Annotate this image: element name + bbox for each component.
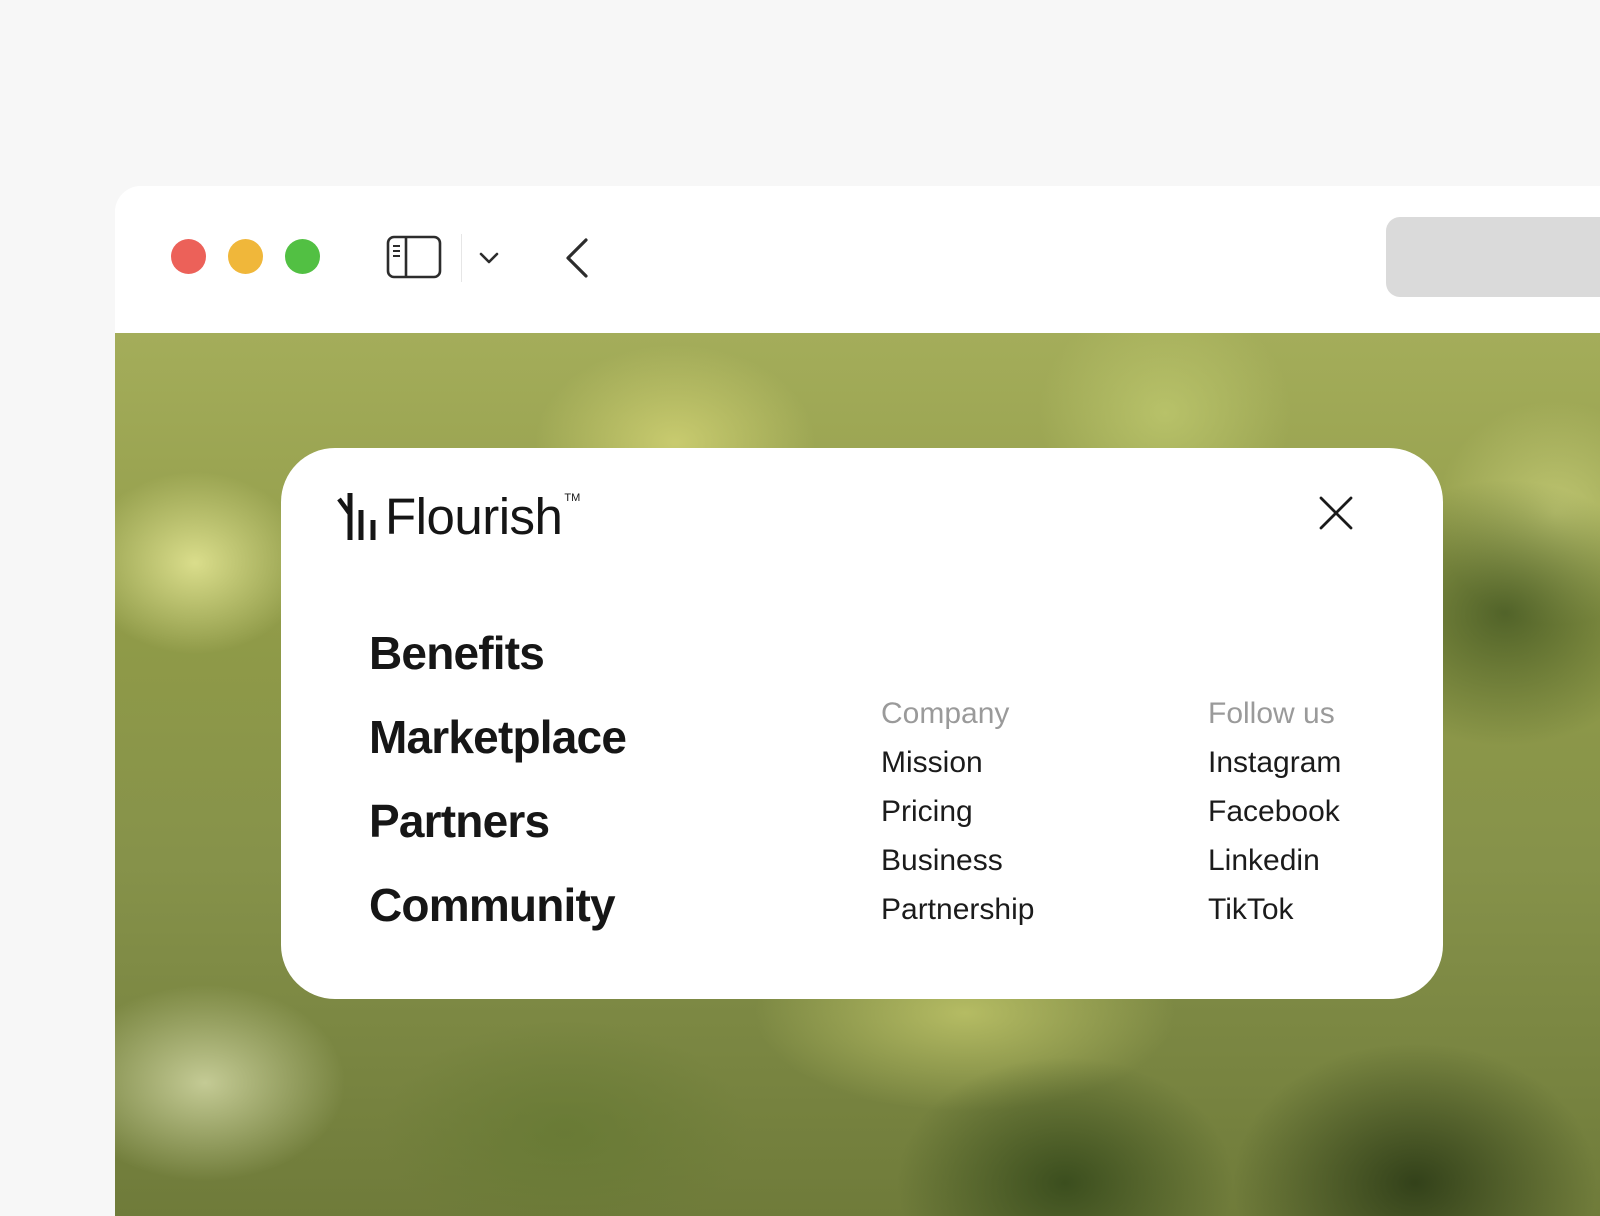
close-window-button[interactable] [171,239,206,274]
company-links-column: Company Mission Pricing Business Partner… [881,696,1034,941]
address-bar[interactable] [1386,217,1600,297]
follow-us-heading: Follow us [1208,697,1335,730]
browser-toolbar [115,186,1600,333]
company-link-business[interactable]: Business [881,843,1034,892]
browser-window: Flourish TM Benefits Marketplace Partner… [115,186,1600,1216]
social-link-instagram[interactable]: Instagram [1208,745,1341,794]
flourish-logo[interactable]: Flourish TM [337,486,580,542]
social-link-facebook[interactable]: Facebook [1208,794,1341,843]
back-arrow-icon[interactable] [560,236,594,280]
toolbar-divider [461,234,462,282]
logo-mark-icon [337,493,376,540]
zoom-window-button[interactable] [285,239,320,274]
company-link-pricing[interactable]: Pricing [881,794,1034,843]
minimize-window-button[interactable] [228,239,263,274]
trademark-symbol: TM [564,492,581,504]
chevron-down-icon[interactable] [477,246,501,270]
social-link-tiktok[interactable]: TikTok [1208,892,1341,941]
social-link-linkedin[interactable]: Linkedin [1208,843,1341,892]
company-heading: Company [881,697,1010,730]
logo-wordmark: Flourish [385,488,563,545]
company-link-partnership[interactable]: Partnership [881,892,1034,941]
menu-panel: Flourish TM Benefits Marketplace Partner… [281,448,1443,999]
follow-us-column: Follow us Instagram Facebook Linkedin Ti… [1208,696,1341,941]
nav-link-marketplace[interactable]: Marketplace [369,710,627,794]
sidebar-toggle-icon[interactable] [386,235,442,279]
page-background: Flourish TM Benefits Marketplace Partner… [115,333,1600,1216]
primary-nav: Benefits Marketplace Partners Community [369,626,627,962]
company-link-mission[interactable]: Mission [881,745,1034,794]
nav-link-benefits[interactable]: Benefits [369,626,626,710]
nav-link-community[interactable]: Community [369,878,626,962]
nav-link-partners[interactable]: Partners [369,794,626,878]
close-icon[interactable] [1317,494,1355,532]
